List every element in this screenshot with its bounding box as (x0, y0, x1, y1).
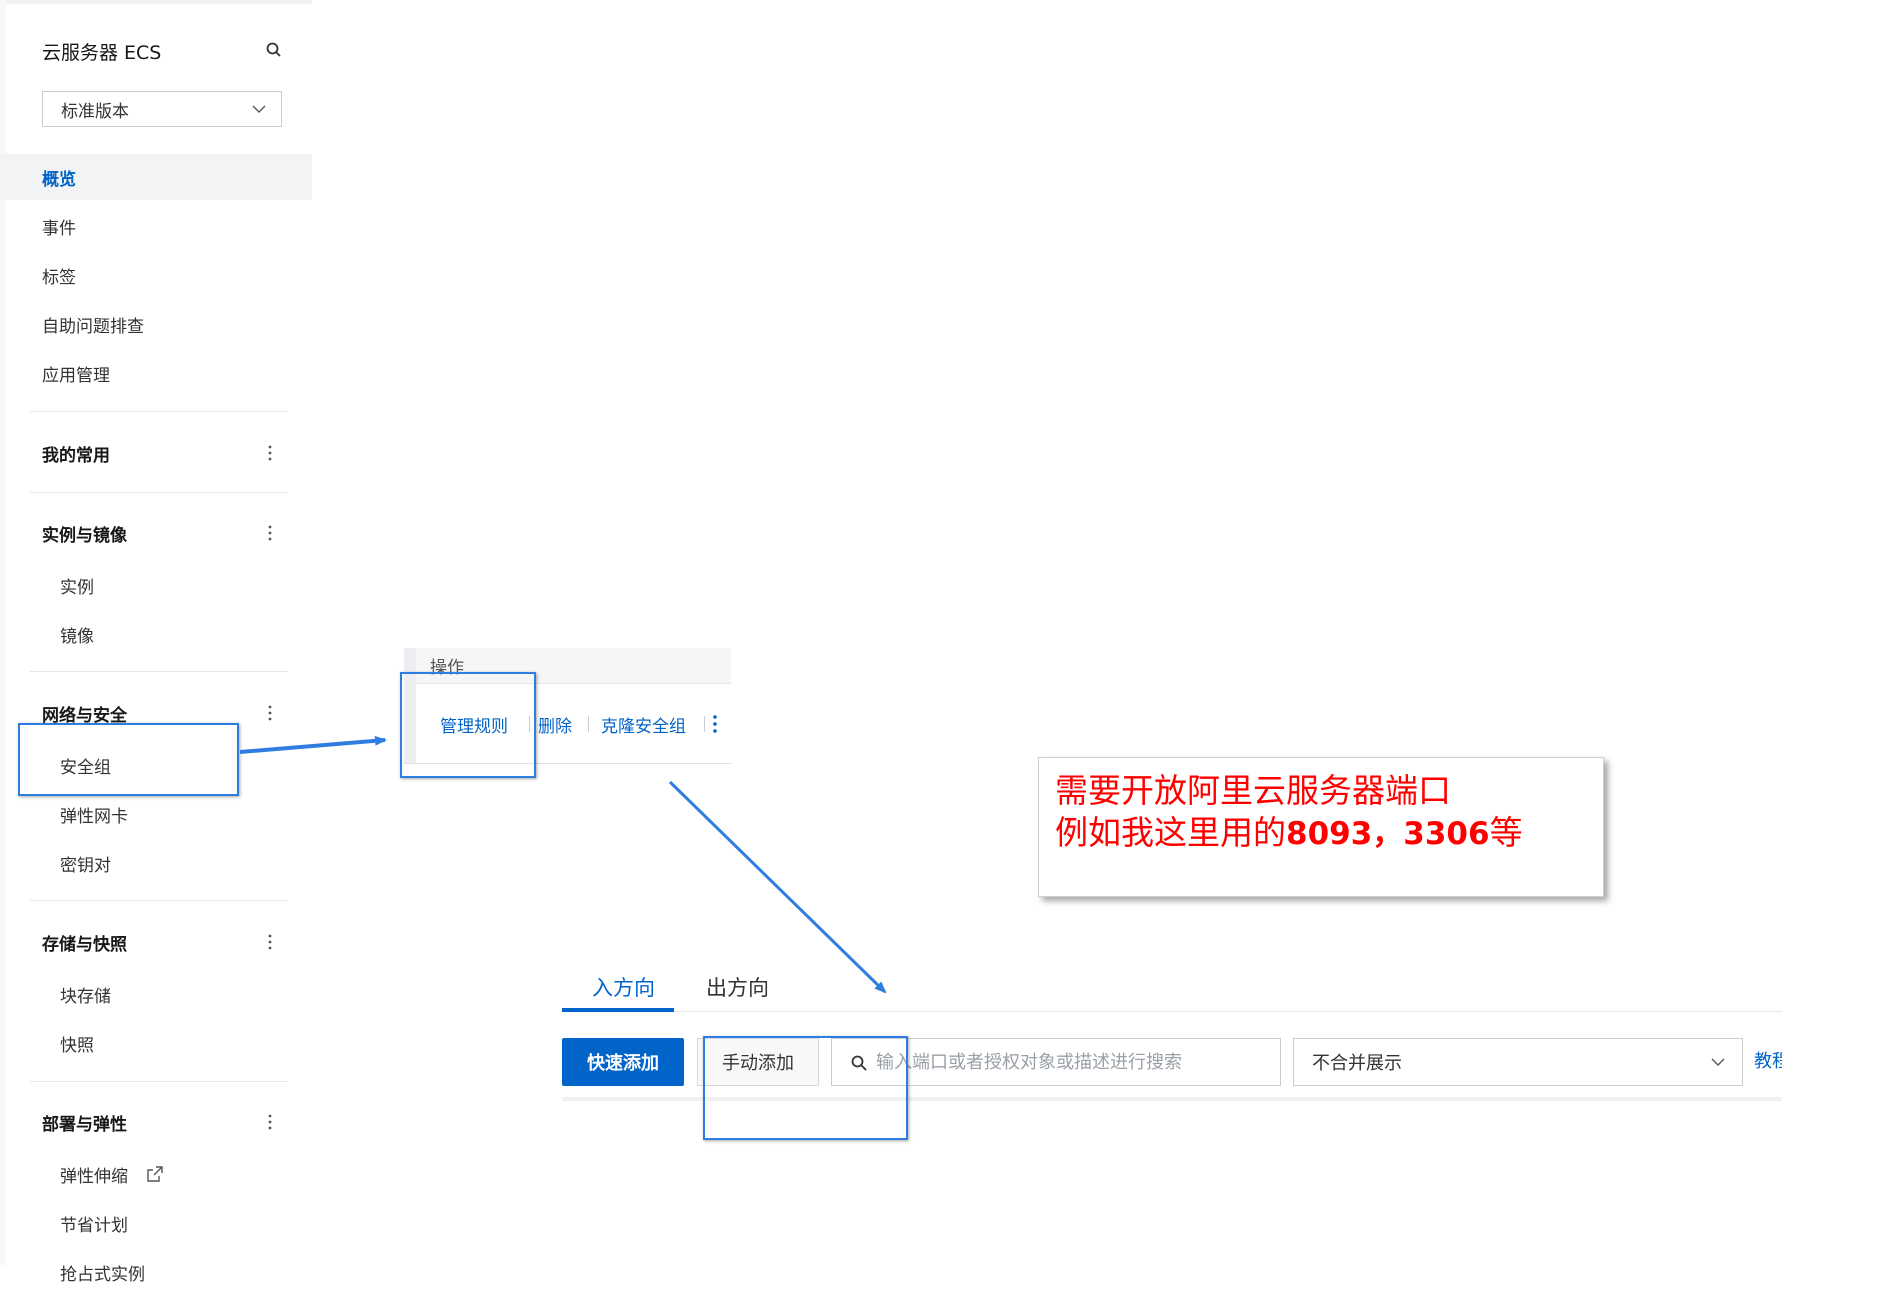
sidebar-item-label: 实例 (60, 577, 94, 598)
arrow-to-manual-add (668, 780, 887, 994)
sidebar-item-label: 块存储 (60, 986, 111, 1007)
sidebar-item-label: 密钥对 (60, 855, 111, 876)
sidebar-item-spot-instances[interactable]: 抢占式实例 (0, 1249, 312, 1295)
search-icon (851, 1055, 867, 1071)
note-line-2: 例如我这里用的8093，3306等 (1055, 812, 1587, 855)
operations-bottom-border (404, 763, 731, 764)
version-select[interactable]: 标准版本 (42, 91, 282, 127)
sidebar-group-network-security[interactable]: 网络与安全 (0, 690, 312, 736)
tab-outbound[interactable]: 出方向 (706, 972, 769, 1002)
rule-search-input[interactable] (874, 1047, 1274, 1077)
sidebar-item-label: 弹性伸缩 (60, 1166, 128, 1187)
chevron-down-icon (252, 105, 266, 113)
sidebar-item-label: 弹性网卡 (60, 806, 128, 827)
note-line-2-suffix: 等 (1489, 813, 1523, 852)
sidebar-divider (30, 1081, 288, 1082)
operations-header: 操作 (404, 648, 731, 684)
link-separator (588, 716, 589, 732)
manage-rules-link[interactable]: 管理规则 (440, 712, 508, 737)
sidebar-item-auto-scaling[interactable]: 弹性伸缩 (0, 1151, 312, 1197)
sidebar-item-events[interactable]: 事件 (0, 203, 312, 249)
link-separator (529, 716, 530, 732)
sidebar-item-label: 节省计划 (60, 1215, 128, 1236)
sidebar-item-label: 概览 (42, 169, 76, 190)
sidebar-item-label: 安全组 (60, 757, 111, 778)
annotation-note: 需要开放阿里云服务器端口 例如我这里用的8093，3306等 (1038, 757, 1604, 897)
sidebar-item-overview[interactable]: 概览 (0, 154, 312, 200)
sidebar-group-label: 部署与弹性 (42, 1114, 127, 1135)
operations-left-bar (404, 648, 416, 764)
app-title: 云服务器 ECS (42, 42, 162, 64)
merge-display-value: 不合并展示 (1312, 1053, 1402, 1074)
sidebar-group-label: 网络与安全 (42, 705, 127, 726)
sidebar-item-eni[interactable]: 弹性网卡 (0, 791, 312, 837)
quick-add-button[interactable]: 快速添加 (562, 1038, 684, 1086)
note-line-2-prefix: 例如我这里用的 (1055, 813, 1286, 852)
sidebar-group-instances-images[interactable]: 实例与镜像 (0, 510, 312, 556)
sidebar-group-label: 存储与快照 (42, 934, 127, 955)
sidebar-item-self-troubleshoot[interactable]: 自助问题排查 (0, 301, 312, 347)
more-vertical-icon[interactable] (712, 714, 718, 734)
sidebar-item-block-storage[interactable]: 块存储 (0, 971, 312, 1017)
sidebar-group-storage-snapshots[interactable]: 存储与快照 (0, 919, 312, 965)
sidebar-item-label: 自助问题排查 (42, 316, 144, 337)
sidebar: 云服务器 ECS 标准版本 概览 事件 标签 自助问题排查 应用管理 我的常用 … (0, 0, 312, 1285)
sidebar-item-label: 快照 (60, 1035, 94, 1056)
external-link-icon (147, 1166, 163, 1182)
operations-panel: 操作 管理规则 删除 克隆安全组 (404, 648, 731, 764)
rule-search-box[interactable] (831, 1038, 1281, 1086)
sidebar-item-key-pairs[interactable]: 密钥对 (0, 840, 312, 886)
search-icon[interactable] (264, 40, 284, 60)
chevron-down-icon (1711, 1058, 1725, 1066)
manual-add-button[interactable]: 手动添加 (697, 1038, 819, 1086)
sidebar-group-label: 实例与镜像 (42, 525, 127, 546)
link-separator (704, 716, 705, 732)
more-vertical-icon[interactable] (266, 1113, 274, 1131)
sidebar-item-snapshots[interactable]: 快照 (0, 1020, 312, 1066)
tab-inbound[interactable]: 入方向 (592, 972, 655, 1002)
sidebar-divider (30, 411, 288, 412)
delete-link[interactable]: 删除 (538, 712, 572, 737)
more-vertical-icon[interactable] (266, 933, 274, 951)
tutorial-link[interactable]: 教程 (1754, 1047, 1782, 1077)
sidebar-item-security-groups[interactable]: 安全组 (0, 742, 312, 788)
more-vertical-icon[interactable] (266, 444, 274, 462)
sidebar-group-label: 我的常用 (42, 445, 110, 466)
more-vertical-icon[interactable] (266, 704, 274, 722)
sidebar-item-tags[interactable]: 标签 (0, 252, 312, 298)
sidebar-item-label: 抢占式实例 (60, 1264, 145, 1285)
sidebar-item-label: 标签 (42, 267, 76, 288)
operations-header-label: 操作 (430, 658, 464, 678)
sidebar-item-instances[interactable]: 实例 (0, 562, 312, 608)
sidebar-item-savings-plan[interactable]: 节省计划 (0, 1200, 312, 1246)
sidebar-item-label: 镜像 (60, 626, 94, 647)
sidebar-divider (30, 900, 288, 901)
sidebar-divider (30, 671, 288, 672)
direction-tabs: 入方向 出方向 (562, 966, 1782, 1012)
sidebar-item-label: 应用管理 (42, 365, 110, 386)
merge-display-select[interactable]: 不合并展示 (1293, 1038, 1743, 1086)
sidebar-group-favorites[interactable]: 我的常用 (0, 430, 312, 476)
more-vertical-icon[interactable] (266, 524, 274, 542)
active-tab-indicator (562, 1008, 674, 1012)
note-ports: 8093，3306 (1286, 816, 1490, 852)
version-select-value: 标准版本 (61, 101, 129, 122)
sidebar-item-label: 事件 (42, 218, 76, 239)
sidebar-divider (30, 492, 288, 493)
sidebar-item-app-management[interactable]: 应用管理 (0, 350, 312, 396)
sidebar-top-border (0, 0, 312, 4)
sidebar-group-deployment-elasticity[interactable]: 部署与弹性 (0, 1099, 312, 1145)
clone-security-group-link[interactable]: 克隆安全组 (601, 712, 686, 737)
sidebar-item-images[interactable]: 镜像 (0, 611, 312, 657)
note-line-1: 需要开放阿里云服务器端口 (1055, 771, 1451, 810)
toolbar-bottom-bar (562, 1097, 1782, 1101)
